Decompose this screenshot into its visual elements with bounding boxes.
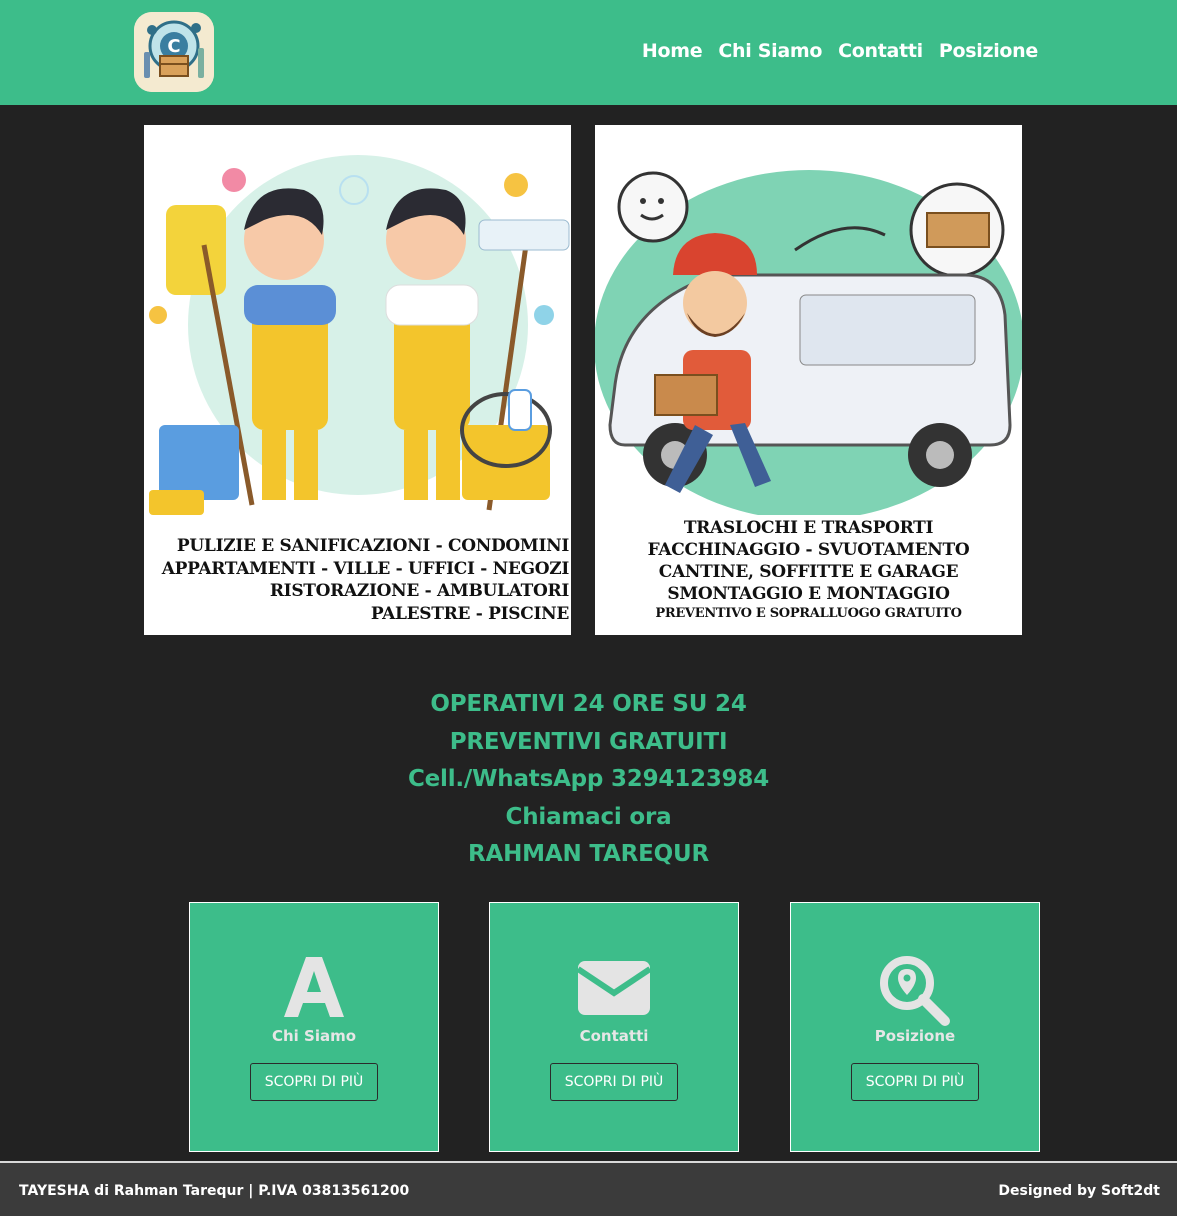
card-contatti: Contatti SCOPRI DI PIÙ — [489, 902, 739, 1152]
footer: TAYESHA di Rahman Tarequr | P.IVA 038135… — [0, 1161, 1177, 1216]
info-line-phone: Cell./WhatsApp 3294123984 — [407, 766, 770, 792]
card-label: Contatti — [579, 1027, 649, 1045]
nav-posizione[interactable]: Posizione — [939, 40, 1038, 62]
footer-company-info: TAYESHA di Rahman Tarequr | P.IVA 038135… — [19, 1183, 410, 1199]
scopri-button-contatti[interactable]: SCOPRI DI PIÙ — [550, 1063, 678, 1101]
card-label: Posizione — [874, 1027, 956, 1045]
poster-small-line: PREVENTIVO E SOPRALLUOGO GRATUITO — [655, 606, 962, 621]
envelope-icon — [578, 961, 650, 1015]
contact-info-block: OPERATIVI 24 ORE SU 24 PREVENTIVI GRATUI… — [0, 686, 1177, 874]
scopri-button-posizione[interactable]: SCOPRI DI PIÙ — [851, 1063, 979, 1101]
poster-line: CANTINE, SOFFITTE E GARAGE — [658, 562, 959, 582]
poster-line: RISTORAZIONE - AMBULATORI — [269, 581, 569, 601]
info-line-preventivi: PREVENTIVI GRATUITI — [449, 728, 728, 755]
moving-services-text: TRASLOCHI E TRASPORTI FACCHINAGGIO - SVU… — [595, 517, 1022, 622]
mover-van-illustration — [595, 170, 1022, 515]
footer-credits[interactable]: Designed by Soft2dt — [998, 1183, 1160, 1199]
cleaners-illustration — [149, 155, 570, 515]
moving-poster: TRASLOCHI E TRASPORTI FACCHINAGGIO - SVU… — [595, 125, 1022, 635]
cleaning-services-text: PULIZIE E SANIFICAZIONI - CONDOMINI APPA… — [161, 535, 570, 625]
poster-line: APPARTAMENTI - VILLE - UFFICI - NEGOZI — [161, 558, 570, 579]
logo-emblem-icon: C — [134, 12, 214, 92]
logo[interactable]: C — [134, 12, 214, 92]
poster-line: TRASLOCHI E TRASPORTI — [683, 518, 934, 538]
svg-text:C: C — [167, 36, 180, 57]
letter-a-icon — [284, 957, 344, 1017]
map-search-icon — [880, 956, 950, 1026]
card-label: Chi Siamo — [271, 1027, 357, 1045]
scopri-button-chi-siamo[interactable]: SCOPRI DI PIÙ — [250, 1063, 378, 1101]
poster-line: PULIZIE E SANIFICAZIONI - CONDOMINI — [176, 536, 569, 556]
info-line-name: RAHMAN TAREQUR — [468, 841, 709, 867]
info-line-operativi: OPERATIVI 24 ORE SU 24 — [430, 691, 747, 717]
main-nav: Home Chi Siamo Contatti Posizione — [642, 40, 1038, 62]
top-header: C Home Chi Siamo Contatti Posizione — [0, 0, 1177, 105]
card-posizione: Posizione SCOPRI DI PIÙ — [790, 902, 1040, 1152]
card-chi-siamo: Chi Siamo SCOPRI DI PIÙ — [189, 902, 439, 1152]
cleaning-poster: PULIZIE E SANIFICAZIONI - CONDOMINI APPA… — [144, 125, 571, 635]
nav-chi-siamo[interactable]: Chi Siamo — [718, 40, 822, 62]
nav-home[interactable]: Home — [642, 40, 703, 62]
info-line-chiamaci: Chiamaci ora — [505, 803, 672, 830]
poster-line: PALESTRE - PISCINE — [370, 603, 569, 624]
poster-line: FACCHINAGGIO - SVUOTAMENTO — [647, 540, 970, 560]
poster-line: SMONTAGGIO E MONTAGGIO — [667, 584, 950, 604]
nav-contatti[interactable]: Contatti — [838, 40, 923, 62]
